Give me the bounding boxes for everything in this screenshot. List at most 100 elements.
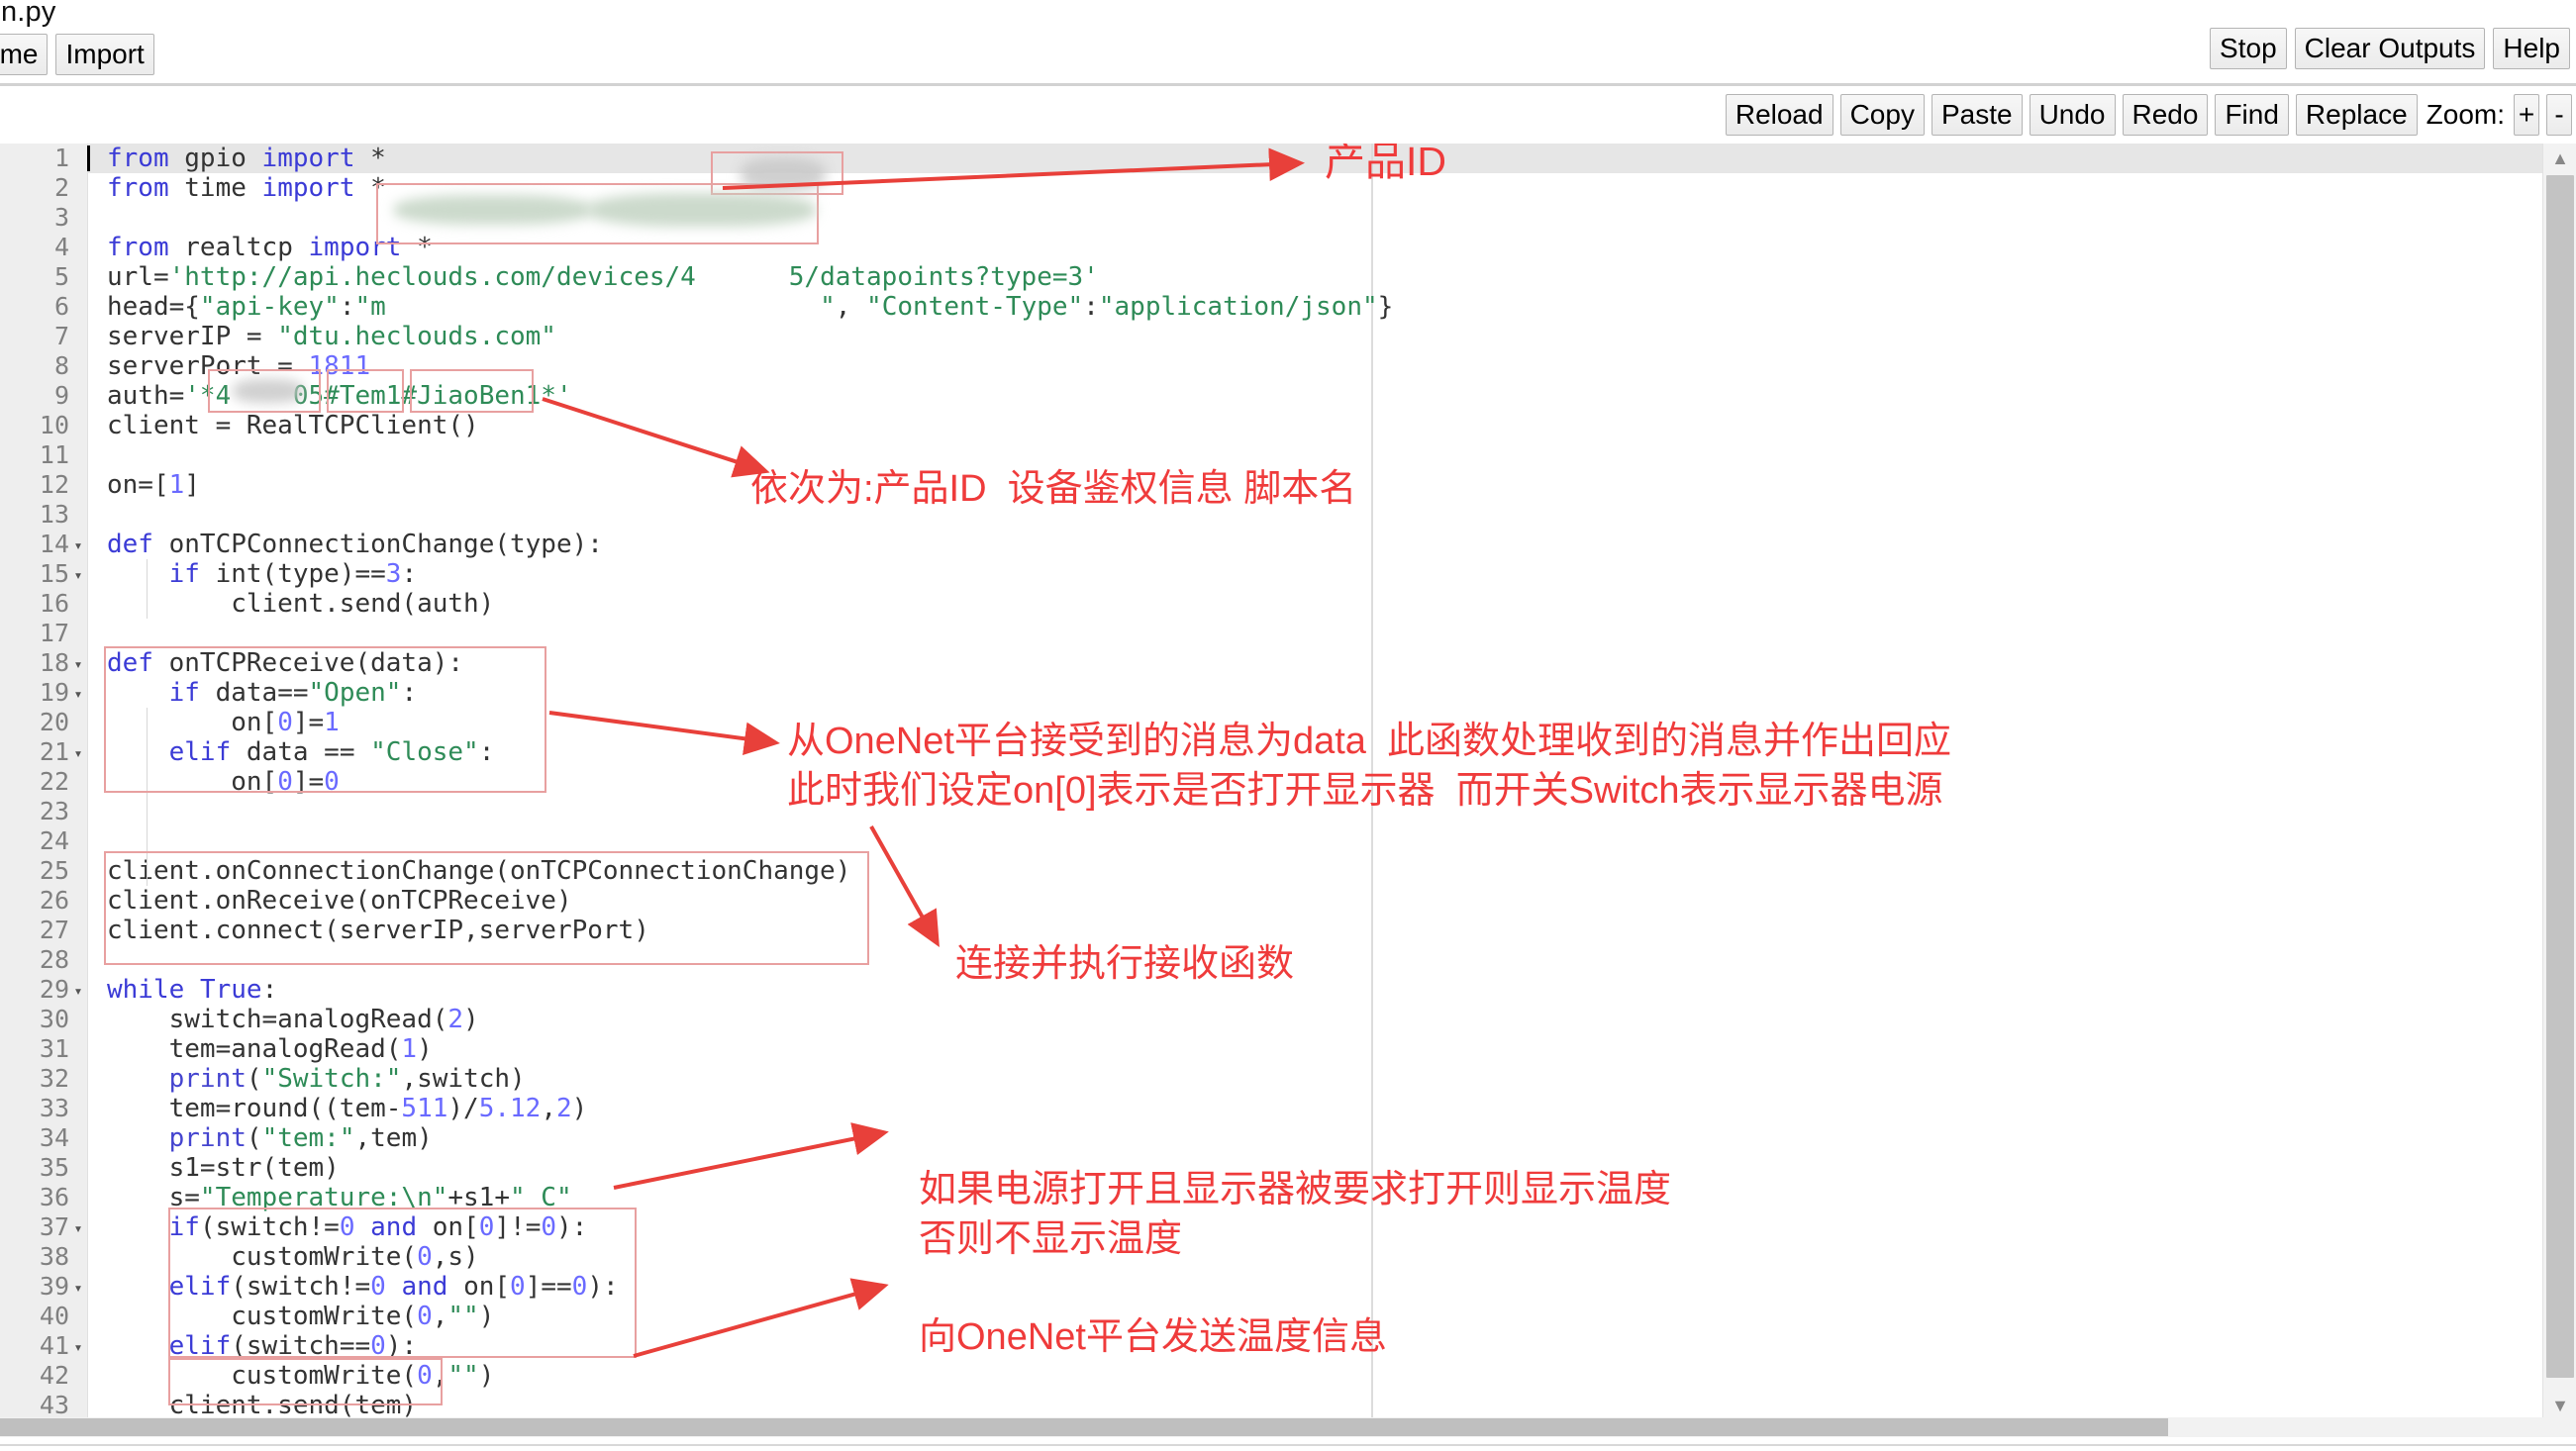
code-line[interactable]: 37▾ if(switch!=0 and on[0]!=0): [0, 1212, 1393, 1242]
code-text: def onTCPConnectionChange(type): [87, 530, 603, 559]
code-line[interactable]: 5url='http://api.heclouds.com/devices/4 … [0, 262, 1393, 292]
code-line[interactable]: 39▾ elif(switch!=0 and on[0]==0): [0, 1272, 1393, 1302]
code-line[interactable]: 32 print("Switch:",switch) [0, 1064, 1393, 1094]
horizontal-scrollbar-thumb[interactable] [0, 1418, 2168, 1436]
code-text: tem=round((tem-511)/5.12,2) [87, 1094, 587, 1123]
code-line[interactable]: 8serverPort = 1811 [0, 351, 1393, 381]
code-line[interactable]: 33 tem=round((tem-511)/5.12,2) [0, 1094, 1393, 1123]
code-line[interactable]: 26client.onReceive(onTCPReceive) [0, 886, 1393, 916]
line-number: 21 [0, 737, 69, 767]
line-number: 10 [0, 411, 69, 440]
code-text: def onTCPReceive(data): [87, 648, 463, 678]
undo-button[interactable]: Undo [2030, 94, 2116, 136]
fold-arrow-icon[interactable]: ▾ [69, 1272, 87, 1304]
code-line[interactable]: 19▾ if data=="Open": [0, 678, 1393, 708]
line-number: 30 [0, 1005, 69, 1034]
code-text: serverPort = 1811 [87, 351, 370, 381]
code-line[interactable]: 34 print("tem:",tem) [0, 1123, 1393, 1153]
code-line[interactable]: 14▾def onTCPConnectionChange(type): [0, 530, 1393, 559]
annotation-receive-line2: 此时我们设定on[0]表示是否打开显示器 而开关Switch表示显示器电源 [787, 767, 1943, 816]
zoom-out-button[interactable]: - [2546, 94, 2572, 136]
code-text: from realtcp import * [87, 233, 433, 262]
fold-arrow-icon[interactable]: ▾ [69, 1212, 87, 1244]
reload-button[interactable]: Reload [1726, 94, 1833, 136]
redaction-blur-product-id [741, 157, 826, 191]
fold-arrow-icon[interactable]: ▾ [69, 559, 87, 591]
paste-button[interactable]: Paste [1932, 94, 2023, 136]
code-text: if int(type)==3: [87, 559, 417, 589]
redo-button[interactable]: Redo [2123, 94, 2209, 136]
code-text: s1=str(tem) [87, 1153, 340, 1183]
scroll-down-arrow-icon[interactable]: ▼ [2543, 1391, 2576, 1420]
fold-arrow-icon[interactable]: ▾ [69, 678, 87, 710]
fold-arrow-icon[interactable]: ▾ [69, 737, 87, 769]
fold-arrow-icon[interactable]: ▾ [69, 530, 87, 561]
clear-outputs-button[interactable]: Clear Outputs [2295, 28, 2486, 69]
code-line[interactable]: 24 [0, 826, 1393, 856]
code-text: customWrite(0,s) [87, 1242, 479, 1272]
line-number: 43 [0, 1391, 69, 1420]
line-number: 29 [0, 975, 69, 1005]
code-text: print("Switch:",switch) [87, 1064, 526, 1094]
window-bottom-edge [0, 1444, 2576, 1451]
fold-arrow-icon[interactable]: ▾ [69, 975, 87, 1007]
code-line[interactable]: 25 client.onConnectionChange(onTCPConnect… [0, 856, 1393, 886]
code-line[interactable]: 30 switch=analogRead(2) [0, 1005, 1393, 1034]
zoom-in-button[interactable]: + [2514, 94, 2539, 136]
horizontal-scrollbar[interactable] [0, 1417, 2576, 1437]
line-number: 25 [0, 856, 69, 886]
code-line[interactable]: 10client = RealTCPClient() [0, 411, 1393, 440]
line-number: 11 [0, 440, 69, 470]
code-line[interactable]: 9 auth='*4 05#Tem1#JiaoBen1*' [0, 381, 1393, 411]
code-text: if(switch!=0 and on[0]!=0): [87, 1212, 587, 1242]
redaction-blur-api-key-b [588, 193, 816, 227]
line-number: 15 [0, 559, 69, 589]
code-text: elif(switch!=0 and on[0]==0): [87, 1272, 619, 1302]
line-number: 42 [0, 1361, 69, 1391]
code-line[interactable]: 1from gpio import * [0, 144, 1393, 173]
code-line[interactable]: 31 tem=analogRead(1) [0, 1034, 1393, 1064]
annotation-auth-order: 依次为:产品ID 设备鉴权信息 脚本名 [750, 465, 1356, 514]
code-line[interactable]: 6head={"api-key":"m ", "Content-Type":"a… [0, 292, 1393, 322]
code-line[interactable]: 43 client.send(tem) [0, 1391, 1393, 1420]
code-line[interactable]: 16 client.send(auth) [0, 589, 1393, 619]
rename-button[interactable]: ame [0, 34, 48, 75]
fold-arrow-icon[interactable]: ▾ [69, 648, 87, 680]
import-button[interactable]: Import [55, 34, 153, 75]
code-text: client.send(tem) [87, 1391, 417, 1420]
code-text: auth='*4 05#Tem1#JiaoBen1*' [87, 381, 572, 411]
scroll-up-arrow-icon[interactable]: ▲ [2543, 144, 2576, 173]
code-editor[interactable]: 1from gpio import *2from time import *34… [0, 144, 2576, 1420]
code-line[interactable]: 38 customWrite(0,s) [0, 1242, 1393, 1272]
fold-arrow-icon[interactable]: ▾ [69, 1331, 87, 1363]
line-number: 20 [0, 708, 69, 737]
code-text: client.onConnectionChange(onTCPConnectio… [87, 856, 850, 886]
annotation-receive-line1: 从OneNet平台接受到的消息为data 此函数处理收到的消息并作出回应 [787, 718, 1951, 766]
stop-button[interactable]: Stop [2210, 28, 2287, 69]
line-number: 23 [0, 797, 69, 826]
line-number: 19 [0, 678, 69, 708]
line-number: 6 [0, 292, 69, 322]
code-line[interactable]: 4from realtcp import * [0, 233, 1393, 262]
indent-guide [147, 708, 148, 886]
code-line[interactable]: 17 [0, 619, 1393, 648]
line-number: 40 [0, 1302, 69, 1331]
copy-button[interactable]: Copy [1840, 94, 1925, 136]
code-line[interactable]: 42 customWrite(0,"") [0, 1361, 1393, 1391]
code-line[interactable]: 18▾def onTCPReceive(data): [0, 648, 1393, 678]
replace-button[interactable]: Replace [2296, 94, 2418, 136]
annotation-display-temp-1: 如果电源打开且显示器被要求打开则显示温度 [919, 1166, 1671, 1214]
line-number: 9 [0, 381, 69, 411]
line-number: 22 [0, 767, 69, 797]
help-button[interactable]: Help [2493, 28, 2570, 69]
find-button[interactable]: Find [2215, 94, 2288, 136]
vertical-scrollbar-thumb[interactable] [2546, 175, 2574, 1378]
code-text: tem=analogRead(1) [87, 1034, 433, 1064]
edit-toolbar: Reload Copy Paste Undo Redo Find Replace… [0, 86, 2576, 144]
annotation-connect-exec: 连接并执行接收函数 [955, 940, 1294, 989]
code-line[interactable]: 15▾ if int(type)==3: [0, 559, 1393, 589]
code-line[interactable]: 7serverIP = "dtu.heclouds.com" [0, 322, 1393, 351]
code-text: on[0]=0 [87, 767, 340, 797]
code-text: elif(switch==0): [87, 1331, 417, 1361]
vertical-scrollbar[interactable]: ▲ ▼ [2542, 144, 2576, 1420]
